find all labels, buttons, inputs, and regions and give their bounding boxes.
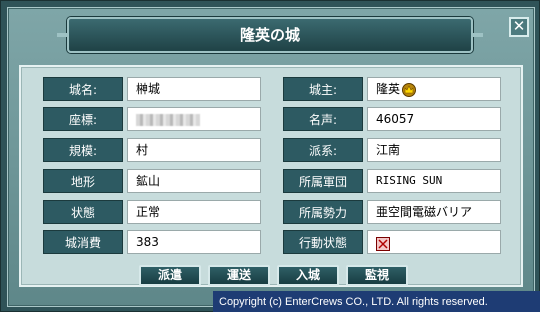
row-power: 所属勢力 亜空間電磁バリア bbox=[283, 200, 501, 224]
field-label: 城消費 bbox=[43, 230, 123, 254]
field-label: 名声: bbox=[283, 107, 363, 131]
close-icon: ✕ bbox=[512, 17, 526, 35]
field-label: 座標: bbox=[43, 107, 123, 131]
castle-info-window: 隆英の城 ✕ 城名: 榊城 座標: 規模: 村 地形 鉱山 状態 正常 城消費 bbox=[0, 0, 540, 312]
row-fame: 名声: 46057 bbox=[283, 107, 501, 131]
power-value: 亜空間電磁バリア bbox=[367, 200, 501, 224]
blurred-coordinates bbox=[136, 113, 200, 126]
dispatch-button[interactable]: 派遣 bbox=[139, 265, 201, 286]
terrain-value: 鉱山 bbox=[127, 169, 261, 193]
field-label: 所属軍団 bbox=[283, 169, 363, 193]
field-label: 行動状態 bbox=[283, 230, 363, 254]
enter-castle-button[interactable]: 入城 bbox=[277, 265, 339, 286]
row-scale: 規模: 村 bbox=[43, 138, 261, 162]
row-faction: 派系: 江南 bbox=[283, 138, 501, 162]
row-terrain: 地形 鉱山 bbox=[43, 169, 261, 193]
info-panel: 城名: 榊城 座標: 規模: 村 地形 鉱山 状態 正常 城消費 383 城主: bbox=[19, 65, 523, 287]
status-value: 正常 bbox=[127, 200, 261, 224]
row-castle-consumption: 城消費 383 bbox=[43, 230, 261, 254]
row-legion: 所属軍団 RISING SUN bbox=[283, 169, 501, 193]
faction-value: 江南 bbox=[367, 138, 501, 162]
field-label: 派系: bbox=[283, 138, 363, 162]
scale-value: 村 bbox=[127, 138, 261, 162]
window-title: 隆英の城 bbox=[239, 26, 300, 44]
legion-value: RISING SUN bbox=[367, 169, 501, 193]
row-coordinates: 座標: bbox=[43, 107, 261, 131]
castle-name-value: 榊城 bbox=[127, 77, 261, 101]
field-label: 地形 bbox=[43, 169, 123, 193]
owner-name: 隆英 bbox=[376, 82, 401, 96]
field-label: 所属勢力 bbox=[283, 200, 363, 224]
coordinates-value bbox=[127, 107, 261, 131]
close-button[interactable]: ✕ bbox=[509, 17, 529, 37]
title-bar: 隆英の城 bbox=[57, 17, 483, 53]
copyright-notice: Copyright (c) EnterCrews CO., LTD. All r… bbox=[213, 291, 540, 312]
fame-value: 46057 bbox=[367, 107, 501, 131]
watch-button[interactable]: 監視 bbox=[346, 265, 408, 286]
action-buttons: 派遣 運送 入城 監視 bbox=[139, 265, 408, 286]
status-icon bbox=[376, 237, 390, 251]
castle-consumption-value: 383 bbox=[127, 230, 261, 254]
row-action-status: 行動状態 bbox=[283, 230, 501, 254]
castle-owner-value: 隆英 bbox=[367, 77, 501, 101]
field-label: 状態 bbox=[43, 200, 123, 224]
crown-icon bbox=[402, 82, 417, 97]
row-status: 状態 正常 bbox=[43, 200, 261, 224]
field-label: 規模: bbox=[43, 138, 123, 162]
row-castle-name: 城名: 榊城 bbox=[43, 77, 261, 101]
row-castle-owner: 城主: 隆英 bbox=[283, 77, 501, 101]
transport-button[interactable]: 運送 bbox=[208, 265, 270, 286]
action-status-value bbox=[367, 230, 501, 254]
field-label: 城主: bbox=[283, 77, 363, 101]
field-label: 城名: bbox=[43, 77, 123, 101]
